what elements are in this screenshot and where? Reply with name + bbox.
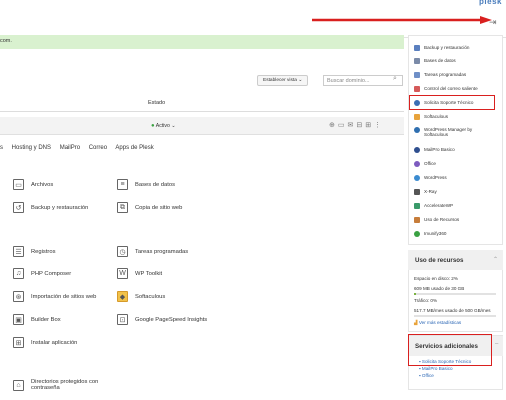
softaculous-icon: ◆: [117, 291, 128, 302]
office-icon: [414, 161, 420, 167]
tool-instalar-app[interactable]: ⊞ Instalar aplicación: [13, 337, 77, 348]
sidebar-item-softaculous[interactable]: Softaculous: [414, 114, 448, 120]
builder-icon: ▣: [13, 314, 24, 325]
tool-importacion[interactable]: ⊛ Importación de sitios web: [13, 291, 96, 302]
sidebar-item-resources[interactable]: Uso de Recursos: [414, 217, 459, 223]
sidebar-item-mailpro[interactable]: MailPro Basico: [414, 147, 455, 153]
scheduled-tasks-icon: [414, 72, 420, 78]
protected-dir-icon: ⌂: [13, 379, 24, 391]
search-icon[interactable]: ⌕: [393, 75, 397, 83]
tool-softaculous[interactable]: ◆ Softaculous: [117, 291, 165, 302]
sidebar-item-support[interactable]: Solicita Soporte Técnico: [414, 100, 473, 106]
disk-usage-label: Espacio en disco: 2%: [414, 276, 458, 281]
apps-icon: ⊞: [13, 337, 24, 348]
more-stats-link[interactable]: ▟ Ver más estadísticas: [414, 320, 461, 326]
tool-tareas[interactable]: ◷ Tareas programadas: [117, 246, 188, 257]
sidebar-item-imunify[interactable]: Imunify360: [414, 231, 446, 237]
support-icon: [414, 100, 420, 106]
tab-apps-plesk[interactable]: Apps de Plesk: [115, 145, 153, 151]
sidebar-item-backup[interactable]: Backup y restauración: [414, 45, 469, 51]
tool-copia-sitio[interactable]: ⧉ Copia de sitio web: [117, 202, 182, 213]
collapse-chevron-icon[interactable]: –: [495, 341, 498, 347]
status-column-header: Estado: [0, 96, 404, 112]
tab-bar: s Hosting y DNS MailPro Correo Apps de P…: [0, 145, 161, 151]
xray-icon: [414, 189, 420, 195]
collapse-chevron-icon[interactable]: ⌃: [493, 256, 498, 263]
resource-usage-title: Uso de recursos: [408, 250, 503, 270]
row-actions[interactable]: ⊕▭✉⊟⊞⋮: [329, 121, 384, 129]
tool-archivos[interactable]: ▭ Archivos: [13, 179, 53, 190]
tool-registros[interactable]: ☰ Registros: [13, 246, 55, 257]
sidebar-item-wp-manager[interactable]: WordPress Manager by Softaculous: [414, 127, 496, 137]
logout-icon[interactable]: ⇥: [489, 17, 497, 28]
tool-backup[interactable]: ↺ Backup y restauración: [13, 202, 88, 213]
tab-hosting-dns[interactable]: Hosting y DNS: [12, 145, 51, 151]
sidebar-item-mail-control[interactable]: Control del correo saliente: [414, 86, 478, 92]
sidebar-item-office[interactable]: Office: [414, 161, 436, 167]
import-icon: ⊛: [13, 291, 24, 302]
pagespeed-icon: ⊡: [117, 314, 128, 325]
tab-mailpro[interactable]: MailPro: [60, 145, 80, 151]
backup-icon: ↺: [13, 202, 24, 213]
database-icon: [414, 58, 420, 64]
search-input[interactable]: Buscar dominio...: [323, 75, 403, 86]
tab-partial[interactable]: s: [0, 145, 3, 151]
acceleratewp-icon: [414, 203, 420, 209]
composer-icon: ♫: [13, 268, 24, 279]
tool-builder-box[interactable]: ▣ Builder Box: [13, 314, 61, 325]
tool-directorios[interactable]: ⌂ Directorios protegidos con contraseña: [13, 379, 123, 391]
traffic-detail: 517.7 MB/mes usado de 500 GB/mes: [414, 308, 491, 313]
tool-bases-datos[interactable]: ≡ Bases de datos: [117, 179, 175, 190]
traffic-bar: [414, 315, 496, 317]
service-link-office[interactable]: ▪ Office: [419, 373, 434, 378]
sidebar-item-databases[interactable]: Bases de datos: [414, 58, 456, 64]
notice-banner: com.: [0, 35, 404, 49]
set-view-button[interactable]: Establecer vista ⌄: [257, 75, 309, 86]
disk-usage-detail: 609 MB usado de 30 GB: [414, 286, 465, 291]
logs-icon: ☰: [13, 246, 24, 257]
status-badge: ● Activo ⌄: [151, 123, 176, 129]
sidebar-item-tasks[interactable]: Tareas programadas: [414, 72, 466, 78]
chart-icon: ▟: [414, 320, 418, 325]
wordpress-manager-icon: [414, 127, 420, 133]
wordpress-icon: [414, 175, 420, 181]
sidebar-item-acceleratewp[interactable]: AccelerateWP: [414, 203, 453, 209]
traffic-label: Tráfico: 0%: [414, 298, 438, 303]
plesk-logo: plesk: [479, 0, 502, 6]
tool-php-composer[interactable]: ♫ PHP Composer: [13, 268, 71, 279]
service-link-mailpro[interactable]: ▪ MailPro Basico: [419, 366, 453, 371]
copy-icon: ⧉: [117, 202, 128, 213]
tab-correo[interactable]: Correo: [89, 145, 107, 151]
tool-pagespeed[interactable]: ⊡ Google PageSpeed Insights: [117, 314, 207, 325]
imunify-icon: [414, 231, 420, 237]
softaculous-icon: [414, 114, 420, 120]
scheduled-tasks-icon: ◷: [117, 246, 128, 257]
wordpress-icon: W: [117, 268, 128, 279]
tool-wp-toolkit[interactable]: W WP Toolkit: [117, 268, 162, 279]
sidebar-item-wordpress[interactable]: WordPress: [414, 175, 447, 181]
database-icon: ≡: [117, 179, 128, 190]
folder-icon: ▭: [13, 179, 24, 190]
mail-control-icon: [414, 86, 420, 92]
sidebar-item-xray[interactable]: X-Ray: [414, 189, 437, 195]
disk-usage-bar: [414, 293, 496, 295]
mailpro-icon: [414, 147, 420, 153]
resources-icon: [414, 217, 420, 223]
service-link-support[interactable]: ▪ Solicita Soporte Técnico: [419, 359, 471, 364]
red-arrow-annotation: [312, 16, 492, 24]
backup-icon: [414, 45, 420, 51]
sidebar-panel: [408, 35, 503, 245]
